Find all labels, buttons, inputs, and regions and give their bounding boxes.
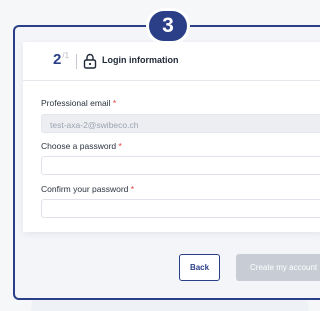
step-badge: 3 bbox=[146, 8, 190, 44]
step-number: 2/1 bbox=[53, 51, 69, 68]
required-mark: * bbox=[112, 98, 117, 108]
password-label-text: Choose a password bbox=[41, 141, 117, 151]
password-label: Choose a password * bbox=[41, 141, 122, 151]
required-mark: * bbox=[130, 184, 135, 194]
step-number-superscript: /1 bbox=[62, 51, 70, 60]
header-divider bbox=[76, 54, 77, 69]
login-information-card: 2/1 Login information Professional email… bbox=[23, 42, 320, 232]
password-input[interactable] bbox=[42, 158, 320, 176]
confirm-password-label-text: Confirm your password bbox=[41, 184, 129, 194]
required-mark: * bbox=[118, 141, 122, 151]
password-field[interactable] bbox=[41, 156, 320, 176]
lock-icon bbox=[83, 53, 97, 69]
email-label-text: Professional email bbox=[41, 98, 111, 108]
email-field[interactable] bbox=[41, 114, 320, 134]
confirm-password-input[interactable] bbox=[42, 201, 320, 219]
confirm-password-field[interactable] bbox=[41, 199, 320, 219]
card-header: 2/1 Login information bbox=[23, 42, 320, 81]
email-label: Professional email * bbox=[41, 98, 116, 108]
step-number-value: 2 bbox=[53, 51, 62, 68]
back-button[interactable]: Back bbox=[179, 254, 220, 281]
card-title: Login information bbox=[102, 55, 179, 65]
confirm-password-label: Confirm your password * bbox=[41, 184, 134, 194]
email-input[interactable] bbox=[42, 116, 320, 134]
create-account-button[interactable]: Create my account bbox=[236, 254, 320, 281]
